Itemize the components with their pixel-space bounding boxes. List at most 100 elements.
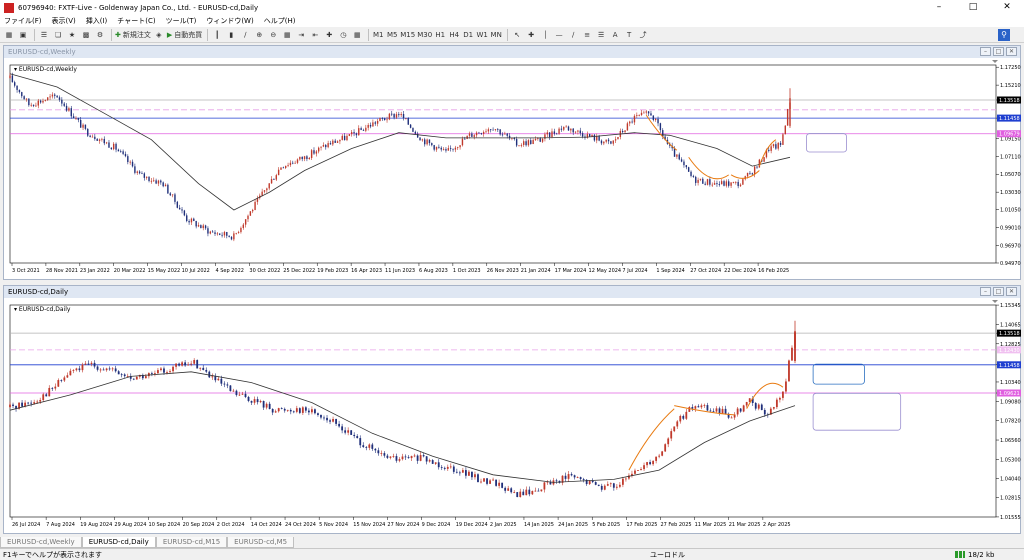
timeframe-h4[interactable]: H4 (448, 29, 460, 41)
candle-body (446, 466, 449, 469)
chart-shift-icon[interactable]: ⇤ (309, 29, 321, 41)
toolbar: ▦ ▣ ☰ ❏ ★ ▩ ⚙ ✚ 新規注文 ◈ ▶ 自動売買 ┃ ▮ ∕ ⊕ ⊖ ▦ … (0, 27, 1024, 43)
market-watch-icon[interactable]: ☰ (38, 29, 50, 41)
candle-body (625, 478, 627, 480)
label-icon[interactable]: T (623, 29, 635, 41)
candle-body (325, 145, 327, 148)
templates-icon[interactable]: ▦ (351, 29, 363, 41)
candle-body (117, 149, 120, 152)
chart-restore-button[interactable]: □ (993, 287, 1004, 296)
crosshair-icon[interactable]: ✚ (525, 29, 537, 41)
close-button[interactable]: ✕ (990, 0, 1024, 15)
timeframe-m1[interactable]: M1 (372, 29, 384, 41)
tester-icon[interactable]: ⚙ (94, 29, 106, 41)
daily-chart[interactable]: ▾ EURUSD-cd,Daily 1.15345 1.14065 1.13518 1.… (8, 299, 1022, 533)
candle-body (334, 140, 336, 143)
candle-body (768, 149, 770, 151)
timeframe-w1[interactable]: W1 (476, 29, 488, 41)
terminal-icon[interactable]: ▩ (80, 29, 92, 41)
candle-body (464, 138, 466, 140)
candle-body (335, 418, 337, 424)
tab-weekly[interactable]: EURUSD-cd,Weekly (0, 536, 82, 548)
zoom-in-icon[interactable]: ⊕ (253, 29, 265, 41)
maximize-button[interactable]: □ (956, 0, 990, 15)
chart-close-button[interactable]: ✕ (1006, 47, 1017, 56)
chart-window-daily[interactable]: EURUSD-cd,Daily – □ ✕ ▾ EURUSD-cd,Daily 1… (3, 285, 1021, 534)
auto-trade-icon: ▶ (166, 30, 173, 39)
candle-body (474, 474, 476, 478)
chart-close-button[interactable]: ✕ (1006, 287, 1017, 296)
auto-trade-button[interactable]: ▶ 自動売買 (167, 29, 202, 41)
profiles-icon[interactable]: ▣ (17, 29, 29, 41)
cursor-icon[interactable]: ↖ (511, 29, 523, 41)
menu-file[interactable]: ファイル(F) (4, 16, 42, 26)
candle-body (621, 478, 624, 485)
timeframe-d1[interactable]: D1 (462, 29, 474, 41)
candle-body (525, 141, 527, 146)
bar-chart-icon[interactable]: ┃ (211, 29, 223, 41)
periods-icon[interactable]: ◷ (337, 29, 349, 41)
arrows-icon[interactable]: ⤴ (637, 29, 649, 41)
zoom-out-icon[interactable]: ⊖ (267, 29, 279, 41)
timeframe-m5[interactable]: M5 (386, 29, 398, 41)
candle-body (490, 129, 492, 131)
text-icon[interactable]: A (609, 29, 621, 41)
menu-insert[interactable]: 挿入(I) (86, 16, 108, 26)
horizontal-line-icon[interactable]: — (553, 29, 565, 41)
candle-body (452, 148, 454, 150)
data-window-icon[interactable]: ❏ (52, 29, 64, 41)
candle-body (483, 478, 485, 482)
timeframe-m15[interactable]: M15 (400, 29, 415, 41)
candle-body (196, 360, 199, 369)
candle-body (33, 402, 36, 404)
menu-chart[interactable]: チャート(C) (117, 16, 155, 26)
autoscroll-icon[interactable]: ⇥ (295, 29, 307, 41)
minimize-button[interactable]: – (922, 0, 956, 15)
chart-minimize-button[interactable]: – (980, 47, 991, 56)
weekly-chart[interactable]: ▾ EURUSD-cd,Weekly 1.17250 1.15210 1.13518 1… (8, 59, 1022, 279)
plot-frame (9, 64, 997, 264)
menu-window[interactable]: ウィンドウ(W) (206, 16, 253, 26)
indicators-icon[interactable]: ✚ (323, 29, 335, 41)
new-chart-icon[interactable]: ▦ (3, 29, 15, 41)
candle-body (548, 132, 551, 138)
candle-body (543, 482, 546, 490)
tab-m5[interactable]: EURUSD-cd,M5 (227, 536, 295, 548)
channel-icon[interactable]: ≡ (581, 29, 593, 41)
candle-chart-icon[interactable]: ▮ (225, 29, 237, 41)
candle-body (96, 138, 98, 141)
new-order-button[interactable]: ✚ 新規注文 (115, 29, 151, 41)
menu-view[interactable]: 表示(V) (52, 16, 76, 26)
candle-body (35, 105, 37, 107)
candle-body (610, 141, 612, 144)
chart-minimize-button[interactable]: – (980, 287, 991, 296)
x-tick-label: 2 Jan 2025 (490, 522, 517, 528)
fibonacci-icon[interactable]: ☰ (595, 29, 607, 41)
chart-window-weekly[interactable]: EURUSD-cd,Weekly – □ ✕ ▾ EURUSD-cd,Weekl… (3, 45, 1021, 280)
candle-body (555, 480, 558, 482)
toolbar-separator (207, 28, 209, 41)
timeframe-m30[interactable]: M30 (417, 29, 432, 41)
candle-body (558, 128, 560, 134)
candle-body (520, 144, 523, 146)
candle-body (282, 167, 285, 169)
search-icon[interactable]: ⚲ (998, 29, 1010, 41)
candle-body (240, 227, 242, 233)
candle-body (673, 148, 676, 157)
timeframe-h1[interactable]: H1 (434, 29, 446, 41)
timeframe-mn[interactable]: MN (490, 29, 502, 41)
menu-help[interactable]: ヘルプ(H) (264, 16, 296, 26)
metaeditor-icon[interactable]: ◈ (153, 29, 165, 41)
chart-restore-button[interactable]: □ (993, 47, 1004, 56)
tile-windows-icon[interactable]: ▦ (281, 29, 293, 41)
tab-m15[interactable]: EURUSD-cd,M15 (155, 536, 228, 548)
tab-daily[interactable]: EURUSD-cd,Daily (81, 536, 156, 548)
candle-body (772, 144, 775, 147)
trendline-icon[interactable]: ∕ (567, 29, 579, 41)
line-chart-icon[interactable]: ∕ (239, 29, 251, 41)
candle-body (153, 180, 155, 182)
menu-tools[interactable]: ツール(T) (166, 16, 197, 26)
candle-body (202, 367, 205, 370)
navigator-icon[interactable]: ★ (66, 29, 78, 41)
vertical-line-icon[interactable]: │ (539, 29, 551, 41)
